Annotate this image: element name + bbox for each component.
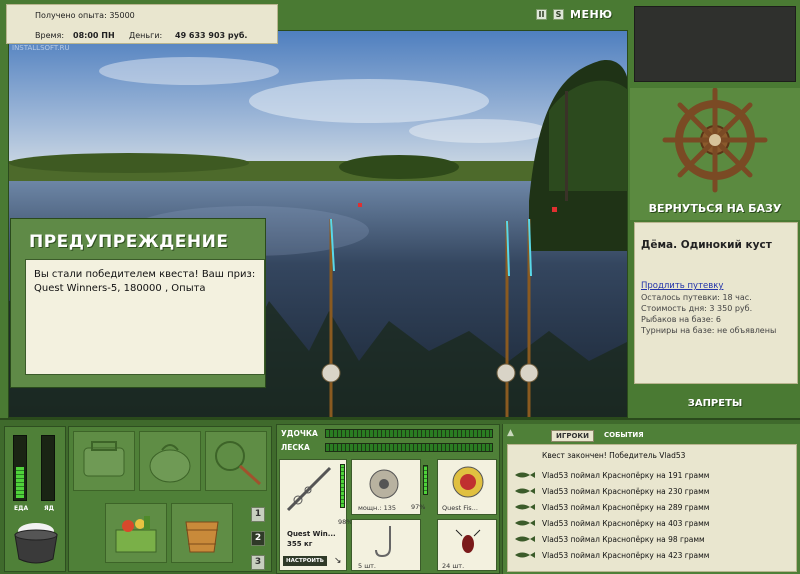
money-label: Деньги: [129,31,163,40]
extend-permit-link[interactable]: Продлить путевку [641,281,723,291]
rod-label: УДОЧКА [281,429,318,438]
log-entry: Vlad53 поймал Краснопёрку на 191 грамм [542,471,710,480]
log-entry: Vlad53 поймал Краснопёрку на 403 грамм [542,519,710,528]
day-cost: Стоимость дня: 3 350 руб. [641,304,753,313]
menu-button[interactable]: МЕНЮ [570,8,613,21]
experience-text: Получено опыта: 35000 [35,11,135,20]
base-wheel-area[interactable] [630,87,800,220]
rod-icon [286,466,332,512]
status-panel: Получено опыта: 35000 Время: 08:00 ПН Де… [6,4,278,44]
reel-durability-bar [423,465,428,495]
status-gauges: ЕДА ЯД [4,426,66,572]
cauldron-icon[interactable] [7,517,65,569]
fish-icon [515,536,535,542]
rod-tension-bar [325,429,493,438]
log-entry: Vlad53 поймал Краснопёрку на 230 грамм [542,487,710,496]
bottom-panel: ЕДА ЯД 1 2 3 УДОЧКА ЛЕСКА 98% Quest Win.… [0,418,800,574]
bucket-icon [185,521,219,553]
inventory-slot-food-basket[interactable] [105,503,167,563]
food-gauge [13,435,27,501]
line-name: Quest Fis... [442,504,478,512]
reel-power: мощн.: 135 [358,504,396,512]
inventory-slot-tackle-box[interactable] [73,431,135,491]
warning-dialog: ПРЕДУПРЕЖДЕНИЕ Вы стали победителем квес… [10,218,266,388]
food-label: ЕДА [14,505,29,512]
top-controls: II S МЕНЮ [536,8,613,21]
money-value: 49 633 903 руб. [175,31,248,40]
watermark-text: INSTALLSOFT.RU [12,44,70,52]
tab-events[interactable]: СОБЫТИЯ [600,430,648,442]
tab-players[interactable]: ИГРОКИ [551,430,594,442]
inventory-slot-bucket[interactable] [171,503,233,563]
rod-durability-bar [340,464,345,508]
landing-net-icon [215,441,262,486]
location-name: Дёма. Одинокий куст [641,239,772,251]
time-label: Время: [35,31,65,40]
log-list: Квест закончен! Победитель Vlad53 Vlad53… [507,444,797,572]
collapse-arrow-icon[interactable]: ▲ [507,428,514,438]
reel-icon [369,469,399,499]
inventory-slot-net[interactable] [205,431,267,491]
inventory-slot-bag[interactable] [139,431,201,491]
line-tension-bar [325,443,493,452]
log-tabs: ИГРОКИ СОБЫТИЯ [551,430,648,442]
log-header: Квест закончен! Победитель Vlad53 [542,451,686,460]
permit-remaining: Осталось путевки: 18 час. [641,293,752,302]
line-slot[interactable]: Quest Fis... [437,459,497,515]
fish-icon [515,520,535,526]
minimap-panel [634,6,796,82]
tackle-panel: УДОЧКА ЛЕСКА 98% Quest Win... 355 кг НАС… [276,424,500,574]
game-window: Получено опыта: 35000 Время: 08:00 ПН Де… [0,0,800,574]
hook-slot[interactable]: 5 шт. [351,519,421,571]
adjust-button[interactable]: НАСТРОИТЬ [283,556,327,566]
rod-name: Quest Win... [287,530,336,538]
inventory-panel: 1 2 3 [68,426,272,572]
warning-message: Вы стали победителем квеста! Ваш приз: Q… [25,259,265,375]
fish-icon [515,504,535,510]
inventory-page-1[interactable]: 1 [251,507,265,522]
rod-weight: 355 кг [287,540,313,548]
warning-title: ПРЕДУПРЕЖДЕНИЕ [29,232,229,252]
fish-icon [515,472,535,478]
tournaments-status: Турниры на базе: не объявлены [641,326,777,335]
inventory-page-3[interactable]: 3 [251,555,265,570]
sound-button[interactable]: S [553,9,564,20]
log-entry: Vlad53 поймал Краснопёрку на 98 грамм [542,535,705,544]
log-entry: Vlad53 поймал Краснопёрку на 423 грамм [542,551,710,560]
fishers-count: Рыбаков на базе: 6 [641,315,721,324]
time-value: 08:00 ПН [73,31,115,40]
bait-slot[interactable]: 24 шт. [437,519,497,571]
poison-label: ЯД [44,505,54,512]
line-label: ЛЕСКА [281,443,310,452]
fish-icon [515,488,535,494]
bans-button[interactable]: ЗАПРЕТЫ [630,398,800,409]
arrow-down-right-icon: ↘ [334,556,342,566]
fish-icon [515,552,535,558]
tackle-box-icon [83,441,125,477]
pause-button[interactable]: II [536,9,547,20]
bait-bag-icon [149,444,191,483]
hook-icon [375,526,391,558]
poison-gauge [41,435,55,501]
hook-count: 5 шт. [358,562,377,570]
base-info-panel: Дёма. Одинокий куст Продлить путевку Ост… [634,222,798,384]
rod-slot[interactable]: 98% Quest Win... 355 кг НАСТРОИТЬ ↘ [279,459,352,571]
fishing-line-spool-icon [452,466,484,498]
bait-count: 24 шт. [442,562,465,570]
right-panel: ВЕРНУТЬСЯ НА БАЗУ Дёма. Одинокий куст Пр… [630,0,800,418]
event-log-panel: ▲ ИГРОКИ СОБЫТИЯ Квест закончен! Победит… [502,424,800,574]
reel-percent: 97% [411,503,426,511]
inventory-page-2[interactable]: 2 [251,531,265,546]
food-basket-icon [115,516,157,553]
food-gauge-fill [16,466,24,498]
ship-wheel-icon [662,87,768,193]
bait-icon [455,529,481,553]
return-to-base-button[interactable]: ВЕРНУТЬСЯ НА БАЗУ [630,202,800,215]
log-entry: Vlad53 поймал Краснопёрку на 289 грамм [542,503,710,512]
